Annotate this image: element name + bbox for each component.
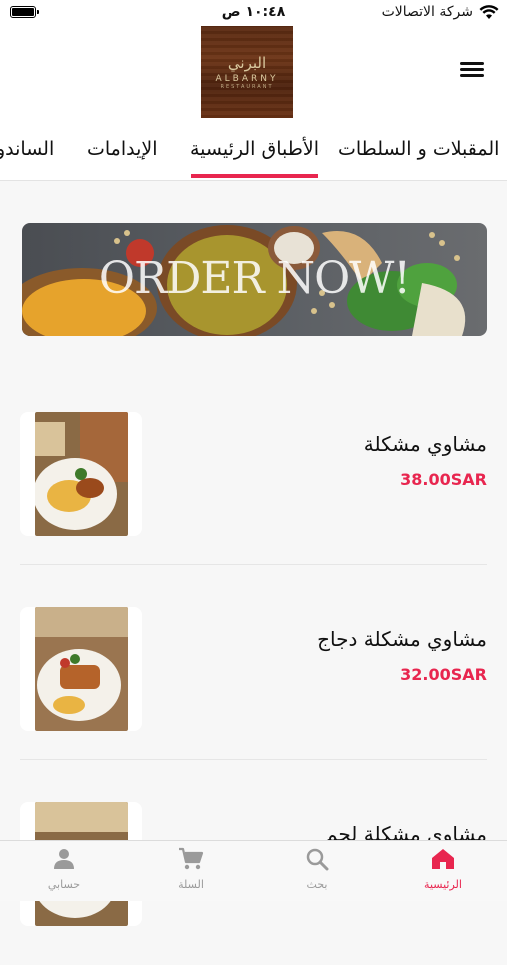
tab-stews[interactable]: الإيدامات <box>87 138 158 160</box>
chicken-grill-photo <box>35 607 128 731</box>
nav-account-label: حسابي <box>47 878 81 891</box>
divider <box>20 759 487 760</box>
logo-english: ALBARNY <box>215 74 279 84</box>
home-icon <box>432 849 454 869</box>
hamburger-icon[interactable] <box>460 60 484 80</box>
nav-home[interactable]: الرئيسية <box>403 847 483 891</box>
nav-cart[interactable]: السلة <box>151 847 231 891</box>
item-image <box>20 412 142 536</box>
bottom-nav: الرئيسية بحث السلة حسابي <box>0 840 507 901</box>
tab-appetizers[interactable]: المقبلات و السلطات <box>338 138 499 160</box>
wifi-icon <box>479 4 499 19</box>
nav-home-label: الرئيسية <box>424 878 462 891</box>
app-header: البرني ALBARNY RESTAURANT <box>0 26 507 126</box>
carrier-label: شركة الاتصالات <box>381 4 473 20</box>
restaurant-logo: البرني ALBARNY RESTAURANT <box>201 26 293 118</box>
divider <box>20 564 487 565</box>
cart-icon <box>179 847 204 870</box>
item-price: 32.00SAR <box>400 665 487 684</box>
list-item[interactable]: مشاوي مشكلة 38.00SAR <box>0 380 507 575</box>
item-name: مشاوي مشكلة دجاج <box>317 627 487 651</box>
nav-account[interactable]: حسابي <box>24 847 104 891</box>
mixed-grill-photo <box>35 412 128 536</box>
logo-subtext: RESTAURANT <box>220 84 274 90</box>
item-image <box>20 607 142 731</box>
search-icon <box>306 848 329 871</box>
active-tab-indicator <box>191 174 318 178</box>
nav-search-label: بحث <box>306 878 328 891</box>
nav-search[interactable]: بحث <box>277 847 357 891</box>
item-name: مشاوي مشكلة <box>363 432 487 456</box>
order-now-banner[interactable]: ORDER NOW! <box>22 223 487 336</box>
tab-sandwiches[interactable]: الساندو <box>0 138 54 160</box>
user-icon <box>54 849 74 869</box>
status-bar: ١٠:٤٨ ص شركة الاتصالات <box>0 0 507 26</box>
logo-arabic: البرني <box>227 54 267 72</box>
tab-main-dishes[interactable]: الأطباق الرئيسية <box>190 138 319 160</box>
nav-cart-label: السلة <box>178 878 204 891</box>
list-item[interactable]: مشاوي مشكلة دجاج 32.00SAR <box>0 575 507 770</box>
status-right: شركة الاتصالات <box>382 4 499 20</box>
item-price: 38.00SAR <box>400 470 487 489</box>
category-tabs: المقبلات و السلطات الأطباق الرئيسية الإي… <box>0 126 507 181</box>
banner-text: ORDER NOW! <box>98 253 411 304</box>
